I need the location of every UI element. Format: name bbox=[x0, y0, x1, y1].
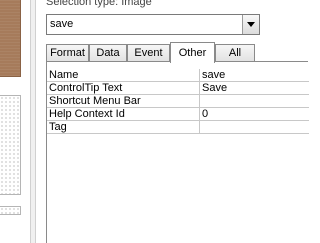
property-help-context-id-label: Help Context Id bbox=[47, 108, 200, 121]
tab-event[interactable]: Event bbox=[127, 44, 170, 62]
property-row-shortcut-menu-bar[interactable]: Shortcut Menu Bar bbox=[47, 95, 309, 108]
property-controltip-value[interactable]: Save bbox=[200, 82, 309, 95]
object-selector-dropdown-button[interactable] bbox=[242, 15, 259, 34]
property-name-value[interactable]: save bbox=[200, 69, 309, 82]
property-shortcut-menu-bar-value[interactable] bbox=[200, 95, 309, 108]
tab-other[interactable]: Other bbox=[170, 42, 215, 63]
form-design-surface[interactable] bbox=[0, 0, 23, 243]
property-grid: Name save ControlTip Text Save Shortcut … bbox=[46, 61, 309, 243]
form-header-section[interactable] bbox=[0, 0, 21, 77]
property-controltip-label: ControlTip Text bbox=[47, 82, 200, 95]
tab-data[interactable]: Data bbox=[89, 44, 127, 62]
property-help-context-id-value[interactable]: 0 bbox=[200, 108, 309, 121]
tab-all[interactable]: All bbox=[215, 44, 255, 62]
form-footer-grid[interactable] bbox=[0, 206, 21, 215]
property-row-tag[interactable]: Tag bbox=[47, 121, 309, 134]
property-tag-value[interactable] bbox=[200, 121, 309, 134]
property-sheet: Selection type: Image save Format Data E… bbox=[36, 0, 309, 243]
object-selector-combo[interactable]: save bbox=[46, 14, 260, 35]
property-tag-label: Tag bbox=[47, 121, 200, 134]
tab-format[interactable]: Format bbox=[46, 44, 89, 62]
chevron-down-icon bbox=[247, 22, 255, 27]
property-row-help-context-id[interactable]: Help Context Id 0 bbox=[47, 108, 309, 121]
form-detail-grid[interactable] bbox=[0, 95, 21, 195]
property-row-name[interactable]: Name save bbox=[47, 69, 309, 82]
property-tabs: Format Data Event Other All bbox=[46, 42, 308, 63]
object-selector-value: save bbox=[50, 18, 74, 30]
property-name-label: Name bbox=[47, 69, 200, 82]
selection-type-label: Selection type: Image bbox=[46, 0, 152, 8]
property-shortcut-menu-bar-label: Shortcut Menu Bar bbox=[47, 95, 200, 108]
property-row-controltip-text[interactable]: ControlTip Text Save bbox=[47, 82, 309, 95]
